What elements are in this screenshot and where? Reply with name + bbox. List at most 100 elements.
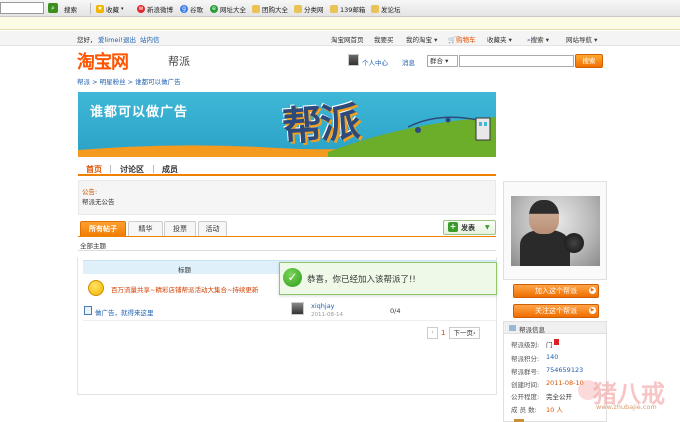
cart-icon: 🛒: [448, 36, 457, 44]
folder-icon: [252, 4, 260, 13]
info-level-value: 门: [546, 341, 553, 349]
cart-label: 购物车: [456, 36, 476, 44]
section-title: 帮派: [168, 55, 190, 68]
arrow-right-icon: ▶: [589, 287, 596, 294]
info-icon: [509, 325, 516, 331]
toolbar-item-forum[interactable]: 发论坛: [371, 3, 401, 14]
toolbar-item-139mail[interactable]: 139邮箱: [330, 3, 365, 14]
info-created-label: 创建时间:: [511, 381, 540, 389]
folder-icon: [371, 4, 379, 13]
check-icon: ✓: [283, 268, 302, 287]
nav-separator: |: [109, 164, 112, 173]
weibo-icon: w: [137, 4, 145, 13]
tab-polls[interactable]: 投票: [164, 221, 196, 237]
watermark-url: www.zhubajie.com: [596, 403, 657, 411]
inbox-link[interactable]: 站内信: [140, 34, 160, 44]
author-avatar[interactable]: [291, 302, 304, 315]
announcement-box: [78, 180, 496, 215]
nav-link-cart[interactable]: 🛒购物车: [448, 34, 476, 44]
folder-icon: [330, 4, 338, 13]
nav-separator: |: [152, 164, 155, 173]
info-members-value[interactable]: 10 人: [546, 404, 563, 414]
toolbar-divider: [90, 3, 91, 14]
announcement-label: 公告:: [82, 188, 98, 196]
flag-icon: [554, 339, 559, 345]
info-group-number-label: 帮派群号:: [511, 368, 540, 376]
info-bar: [0, 17, 680, 30]
tab-all-posts[interactable]: 所有帖子: [80, 221, 126, 237]
group-info-title: 帮派信息: [519, 326, 545, 334]
toolbar-item-group-buy[interactable]: 团购大全: [252, 3, 288, 14]
chevron-down-icon[interactable]: ▼: [485, 224, 490, 231]
row-divider: [83, 320, 496, 321]
nav-link-home[interactable]: 淘宝网首页: [331, 34, 364, 44]
announcement-text: 帮派无公告: [82, 198, 115, 206]
plus-icon: +: [448, 222, 458, 232]
info-points-value[interactable]: 140: [546, 353, 558, 361]
reply-view-count: 0/4: [390, 307, 401, 315]
browser-search-button[interactable]: 搜索: [64, 3, 77, 14]
banner-slogan: 谁都可以做广告: [90, 105, 189, 120]
group-nav-home[interactable]: 首页: [86, 164, 102, 175]
folder-icon: [294, 4, 302, 13]
toolbar-item-weibo[interactable]: w 新浪微博: [137, 3, 173, 14]
follow-group-button[interactable]: 关注这个帮派: [513, 304, 599, 318]
tab-featured[interactable]: 精华: [128, 221, 163, 237]
post-date: 2011-08-14: [311, 312, 343, 318]
table-header-title: 标题: [178, 266, 191, 274]
toolbar-item-favorites[interactable]: ★ 收藏 ▾: [96, 3, 124, 14]
info-group-number-value[interactable]: 754659123: [546, 366, 583, 374]
toolbar-item-google[interactable]: g 谷歌: [180, 3, 203, 14]
user-avatar[interactable]: [348, 54, 359, 66]
nav-link-favorites[interactable]: 收藏夹 ▾: [487, 34, 512, 44]
toolbar-item-sites[interactable]: e 网址大全: [210, 3, 246, 14]
sticky-post-title[interactable]: 百万流量共享~精彩店铺帮派活动大集合~持续更新: [111, 284, 258, 294]
search-input[interactable]: [459, 55, 574, 67]
subtab-divider: [78, 250, 496, 251]
nav-link-my-taobao[interactable]: 我的淘宝 ▾: [406, 34, 437, 44]
group-nav-discussion[interactable]: 讨论区: [120, 164, 144, 175]
banner-title: 帮派: [280, 99, 360, 151]
messages-link[interactable]: 消息: [402, 57, 415, 67]
search-icon[interactable]: ⌕: [48, 3, 58, 13]
smiley-icon: [88, 280, 104, 296]
taobao-logo[interactable]: 淘宝网: [77, 48, 129, 74]
browser-search-input[interactable]: [0, 2, 44, 14]
new-post-label: 发表: [461, 224, 475, 232]
toolbar-item-classified[interactable]: 分类网: [294, 3, 324, 14]
username-link[interactable]: 爱limei!: [98, 34, 123, 44]
info-points-label: 帮派积分:: [511, 355, 540, 363]
tab-underline: [78, 236, 496, 237]
search-scope-select[interactable]: 群合 ▾: [427, 55, 458, 67]
photo-figure-body: [520, 230, 570, 266]
toast-message: 恭喜，你已经加入该帮派了!!: [307, 275, 416, 285]
star-icon: ★: [96, 4, 104, 13]
post-title-link[interactable]: 做广告，就得来这里: [95, 307, 154, 317]
search-button[interactable]: 搜索: [575, 54, 603, 68]
google-icon: g: [180, 4, 188, 13]
info-level-label: 帮派级别:: [511, 341, 540, 349]
nav-search-label: 搜索 ▾: [530, 36, 549, 44]
breadcrumb[interactable]: 帮派 > 明星粉丝 > 谁都可以做广告: [77, 76, 181, 86]
join-group-button[interactable]: 加入这个帮派: [513, 284, 599, 298]
photo-figure-head: [529, 200, 559, 234]
nav-link-site-map[interactable]: 网站导航 ▾: [566, 34, 597, 44]
personal-center-link[interactable]: 个人中心: [362, 57, 388, 67]
greeting-text: 您好，: [77, 36, 97, 44]
document-icon: [84, 306, 92, 315]
info-visibility-value: 完全公开: [546, 393, 572, 401]
tab-activities[interactable]: 活动: [198, 221, 227, 237]
next-page-button[interactable]: 下一页›: [449, 327, 480, 339]
arrow-right-icon: ▶: [589, 307, 596, 314]
author-name-link[interactable]: xiqhjay: [311, 302, 335, 310]
group-nav-members[interactable]: 成员: [162, 164, 178, 175]
subtab-all-topics[interactable]: 全部主题: [80, 240, 106, 250]
logout-link[interactable]: 退出: [123, 34, 136, 44]
info-members-label: 成 员 数:: [511, 406, 537, 414]
page-number-current[interactable]: 1: [441, 329, 445, 337]
info-visibility-label: 公开程度:: [511, 393, 540, 401]
prev-page-button[interactable]: ‹: [427, 327, 438, 339]
nav-link-buy[interactable]: 我要买: [374, 34, 394, 44]
nav-link-search[interactable]: ⌕搜索 ▾: [527, 34, 549, 45]
photo-figure-hat: [564, 233, 584, 253]
